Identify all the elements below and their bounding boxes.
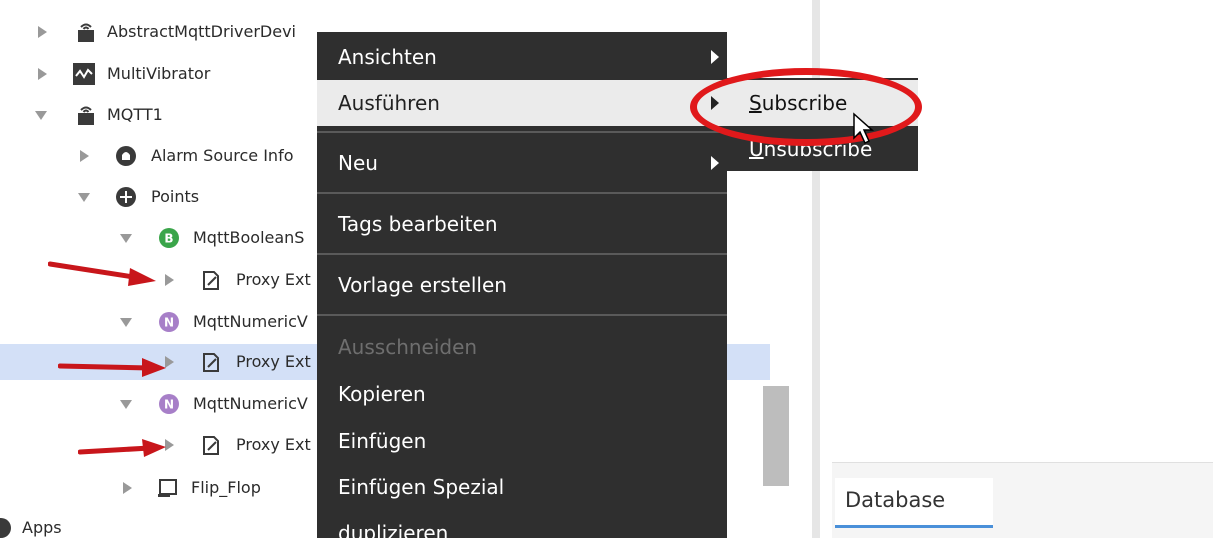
collapse-arrow-icon[interactable] [78,193,90,202]
red-arrow-icon [78,439,166,457]
menu-item-neu[interactable]: Neu [317,140,727,186]
apps-icon [0,518,11,538]
device-icon [78,23,94,42]
tree-node-label: MqttNumericV [193,312,308,331]
expand-arrow-icon[interactable] [123,482,132,494]
tree-node-label: MultiVibrator [107,64,211,83]
tree-node-label: Proxy Ext [236,270,311,289]
menu-item-vorlage-erstellen[interactable]: Vorlage erstellen [317,262,727,308]
context-menu: Ansichten Ausführen Neu Tags bearbeiten … [317,32,727,538]
svg-text:N: N [164,316,174,330]
menu-item-label: Kopieren [338,382,426,406]
tree-node-label: AbstractMqttDriverDevi [107,22,296,41]
menu-item-label: Einfügen Spezial [338,475,505,499]
menu-item-ausschneiden: Ausschneiden [317,324,727,370]
menu-separator [317,253,727,255]
red-arrow-icon [48,261,156,286]
tree-node-label: Points [151,187,200,206]
svg-text:N: N [164,398,174,412]
menu-item-einfuegen[interactable]: Einfügen [317,418,727,464]
menu-item-ansichten[interactable]: Ansichten [317,34,727,80]
menu-item-tags-bearbeiten[interactable]: Tags bearbeiten [317,201,727,247]
tree-node-label: Alarm Source Info [151,146,294,165]
tree-node-label: Flip_Flop [191,478,261,497]
submenu-arrow-icon [711,50,719,64]
collapse-arrow-icon[interactable] [120,318,132,327]
red-arrow-icon [58,358,166,377]
expand-arrow-icon[interactable] [38,68,47,80]
tree-node-label: MQTT1 [107,105,163,124]
menu-item-einfuegen-spezial[interactable]: Einfügen Spezial [317,464,727,510]
proxy-ext-icon [203,353,219,372]
collapse-arrow-icon[interactable] [120,400,132,409]
menu-item-kopieren[interactable]: Kopieren [317,371,727,417]
device-icon [78,106,94,125]
tab-database[interactable]: Database [835,478,993,528]
collapse-arrow-icon[interactable] [35,111,47,120]
tree-node-label: Proxy Ext [236,435,311,454]
expand-arrow-icon[interactable] [165,274,174,286]
menu-separator [317,192,727,194]
numeric-point-icon: N [159,394,179,414]
numeric-point-icon: N [159,312,179,332]
proxy-ext-icon [203,271,219,290]
expand-arrow-icon[interactable] [38,26,47,38]
menu-item-label: Tags bearbeiten [338,212,498,236]
tree-node-label: Proxy Ext [236,352,311,371]
scrollbar-thumb[interactable] [763,386,789,486]
red-highlight-ellipse [690,68,922,146]
tab-database-label: Database [845,488,946,512]
expand-arrow-icon[interactable] [80,150,89,162]
wave-icon [73,63,95,85]
svg-text:B: B [164,232,173,246]
boolean-point-icon: B [159,228,179,248]
points-icon [116,187,136,207]
tree-node-label: MqttBooleanS [193,228,305,247]
menu-item-label: Ansichten [338,45,437,69]
collapse-arrow-icon[interactable] [120,234,132,243]
component-icon [158,479,177,497]
menu-item-label: Ausführen [338,91,440,115]
tree-node-label: Apps [22,518,62,537]
menu-item-label: Ausschneiden [338,335,478,359]
alarm-icon [116,146,136,166]
menu-item-label: duplizieren [338,521,449,538]
menu-item-duplizieren[interactable]: duplizieren [317,510,727,538]
tree-node-label: MqttNumericV [193,394,308,413]
menu-item-label: Einfügen [338,429,427,453]
proxy-ext-icon [203,436,219,455]
menu-item-ausfuehren[interactable]: Ausführen [317,80,727,126]
menu-item-label: Vorlage erstellen [338,273,507,297]
mouse-cursor-icon [853,112,874,145]
submenu-arrow-icon [711,156,719,170]
menu-item-label: Neu [338,151,378,175]
menu-separator [317,131,727,133]
menu-separator [317,314,727,316]
